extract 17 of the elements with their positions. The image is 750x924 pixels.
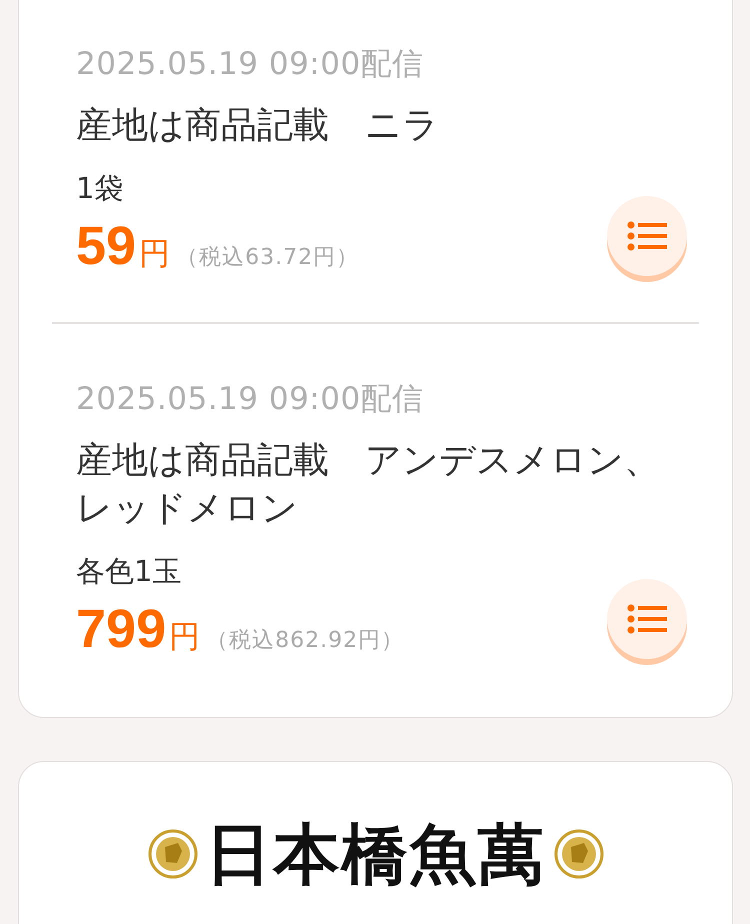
delivery-date: 2025.05.19 09:00配信 [76, 380, 425, 419]
delivery-date: 2025.05.19 09:00配信 [76, 45, 425, 84]
emblem-icon [148, 829, 198, 879]
currency-label: 円 [169, 618, 200, 657]
list-icon [627, 221, 667, 251]
tax-included-price: （税込63.72円） [176, 244, 360, 272]
product-unit: 1袋 [76, 170, 124, 206]
product-title: 産地は商品記載 ニラ [76, 104, 440, 148]
product-unit: 各色1玉 [76, 553, 182, 589]
tax-included-price: （税込862.92円） [206, 627, 404, 655]
store-logo: 日本橋魚萬 [206, 814, 546, 894]
emblem-icon [554, 829, 604, 879]
product-title: 産地は商品記載 アンデスメロン、レッドメロン [76, 439, 661, 531]
price: 59 [76, 216, 136, 276]
price: 799 [76, 599, 166, 659]
list-icon [627, 604, 667, 634]
currency-label: 円 [139, 235, 170, 274]
